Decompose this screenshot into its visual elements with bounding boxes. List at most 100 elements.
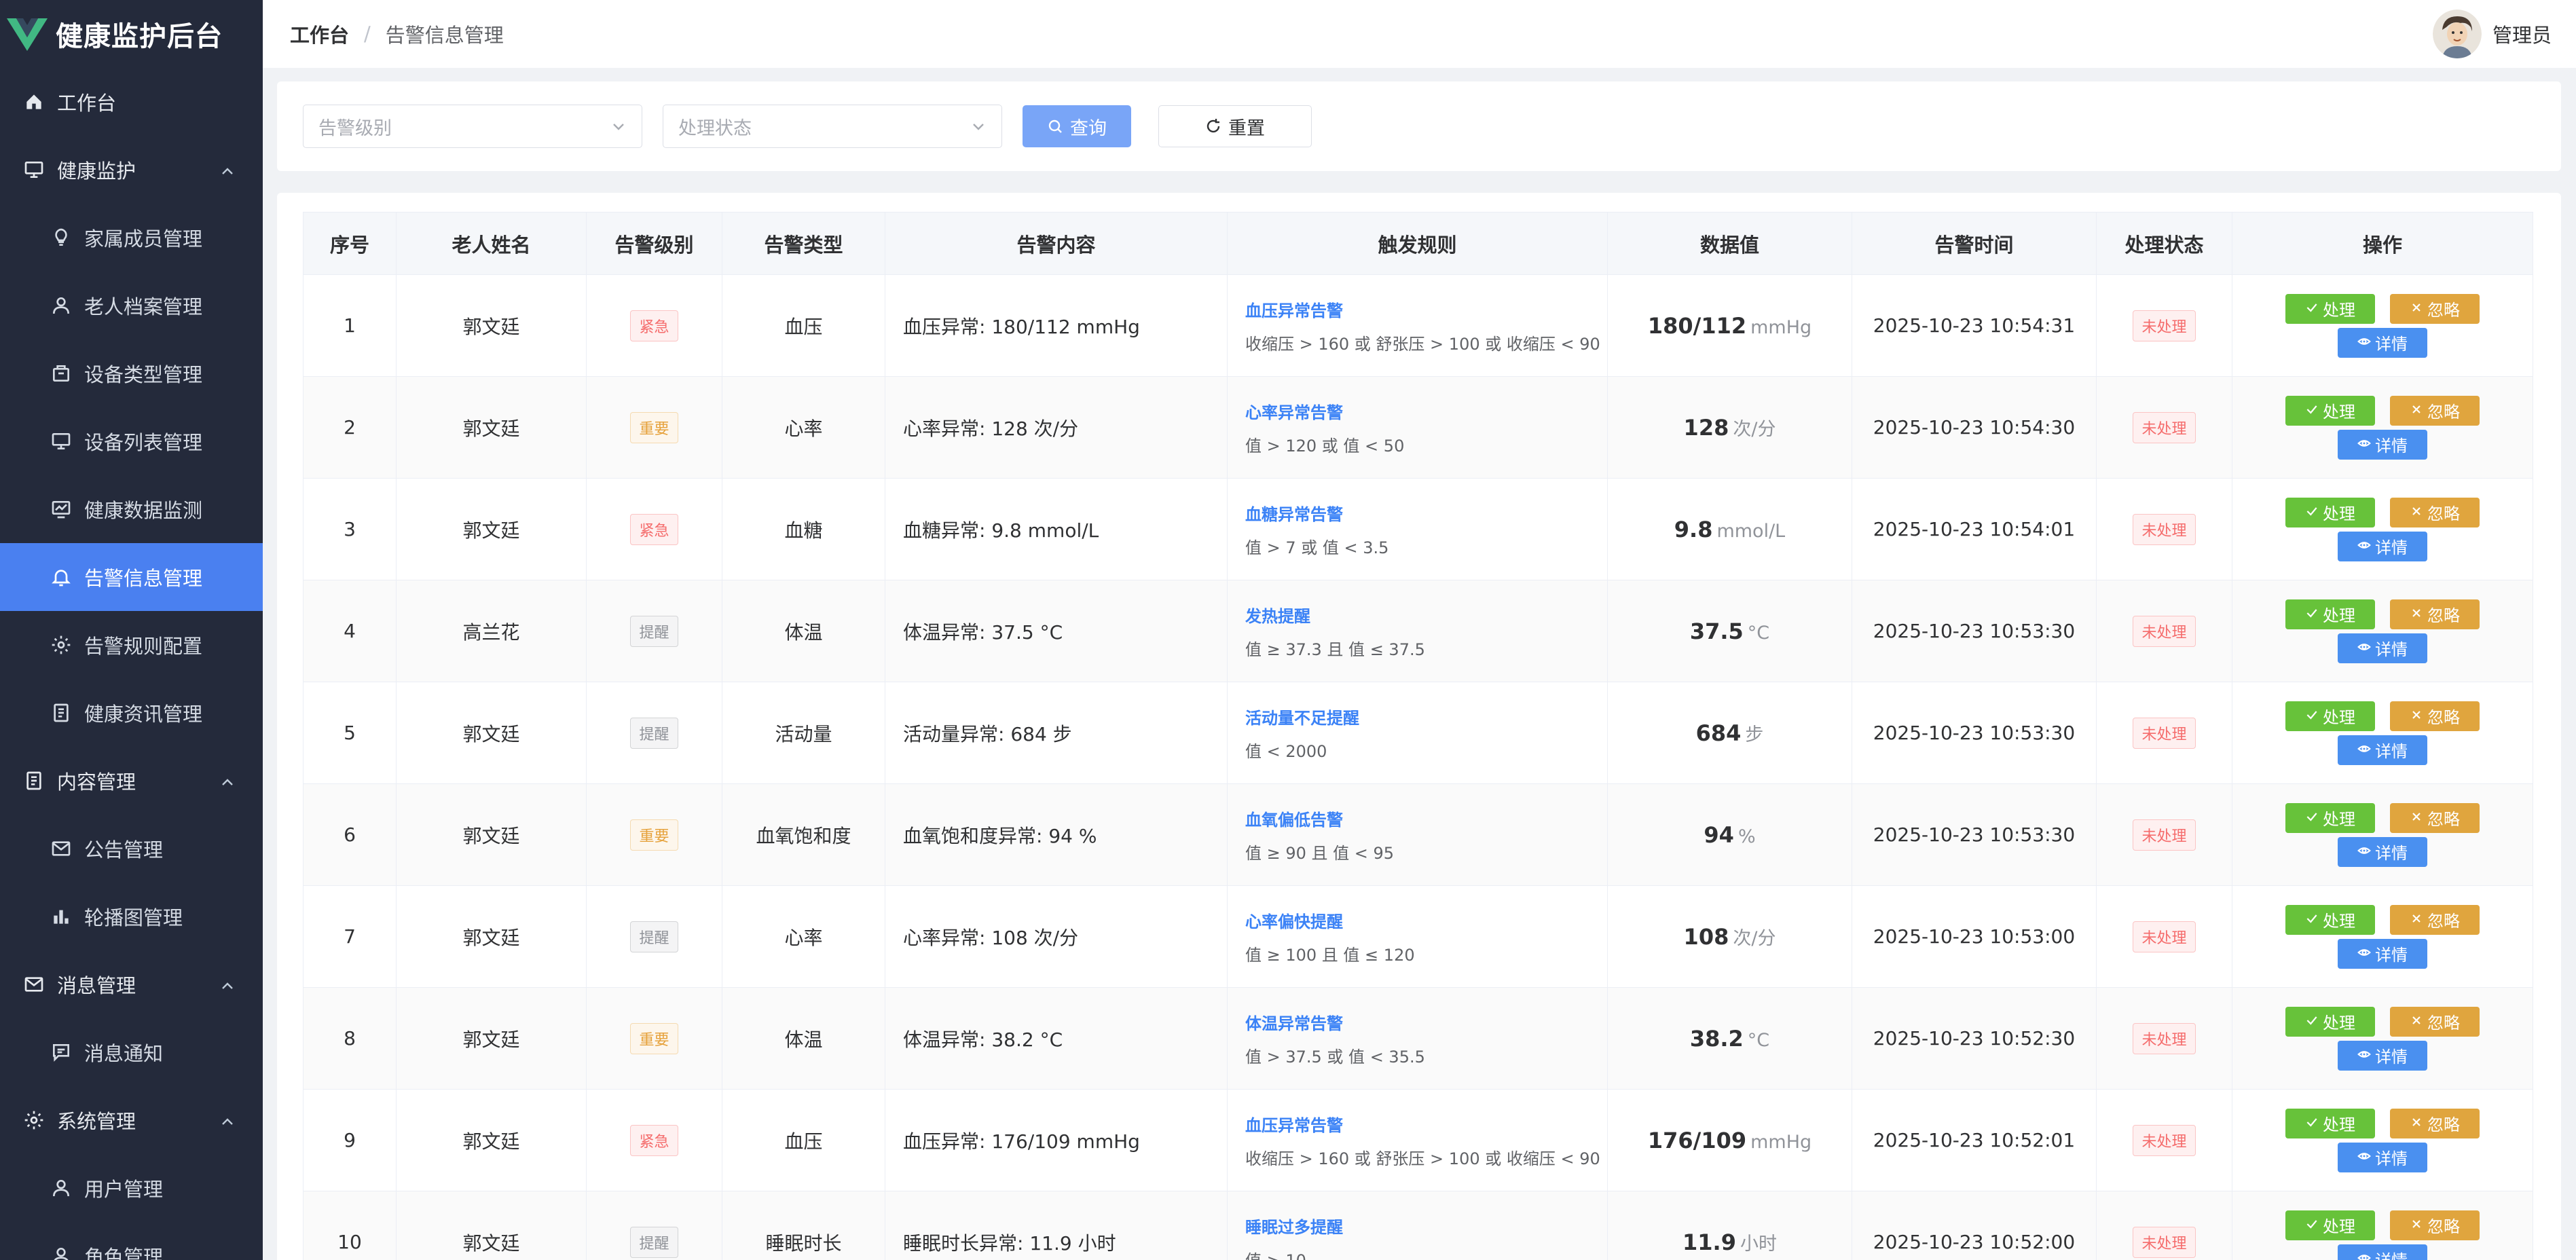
detail-button[interactable]: 详情 [2338,1244,2427,1260]
sidebar-item-7[interactable]: 告警信息管理 [0,543,263,611]
sidebar-item-17[interactable]: 角色管理 [0,1222,263,1260]
sidebar-item-1[interactable]: 健康监护 [0,136,263,204]
ignore-button[interactable]: 忽略 [2390,1006,2480,1037]
sidebar-item-11[interactable]: 公告管理 [0,815,263,883]
cell-index: 6 [303,783,397,886]
cell-rule: 体温异常告警值 > 37.5 或 值 < 35.5 [1227,987,1608,1090]
logo[interactable]: 健康监护后台 [0,0,263,68]
ignore-button[interactable]: 忽略 [2390,497,2480,527]
close-icon [2410,809,2427,828]
ignore-button[interactable]: 忽略 [2390,904,2480,935]
table-row: 1 郭文廷 紧急 血压 血压异常: 180/112 mmHg 血压异常告警 收缩压 > 16… [303,274,2533,377]
detail-button[interactable]: 详情 [2338,1142,2427,1172]
handle-button[interactable]: 处理 [2285,701,2375,731]
check-icon [2305,503,2323,522]
sidebar-item-10[interactable]: 内容管理 [0,747,263,815]
sidebar-item-12[interactable]: 轮播图管理 [0,883,263,950]
cell-actions: 处理 忽略详情 [2232,580,2533,682]
detail-button[interactable]: 详情 [2338,836,2427,867]
query-label: 查询 [1070,117,1107,139]
detail-button[interactable]: 详情 [2338,531,2427,561]
handle-label: 处理 [2323,403,2355,422]
rule-name-link[interactable]: 睡眠过多提醒 [1245,1214,1607,1238]
rule-name-link[interactable]: 心率偏快提醒 [1245,908,1607,932]
handle-button[interactable]: 处理 [2285,1108,2375,1138]
rule-name-link[interactable]: 活动量不足提醒 [1245,705,1607,728]
ignore-button[interactable]: 忽略 [2390,701,2480,731]
status-tag: 未处理 [2133,615,2196,647]
rule-name-link[interactable]: 血氧偏低告警 [1245,807,1607,830]
alert-level-select[interactable]: 告警级别 [303,105,642,148]
query-button[interactable]: 查询 [1023,105,1131,147]
ignore-button[interactable]: 忽略 [2390,599,2480,629]
avatar[interactable] [2432,10,2482,58]
rule-name-link[interactable]: 血糖异常告警 [1245,501,1607,525]
detail-button[interactable]: 详情 [2338,429,2427,460]
status-tag: 未处理 [2133,921,2196,952]
rule-name-link[interactable]: 血压异常告警 [1245,297,1607,321]
cell-status: 未处理 [2096,1191,2232,1260]
ignore-button[interactable]: 忽略 [2390,293,2480,324]
header: 工作台 / 告警信息管理 管理员 [263,0,2576,68]
handle-button[interactable]: 处理 [2285,497,2375,527]
ignore-button[interactable]: 忽略 [2390,1108,2480,1138]
sidebar-item-6[interactable]: 健康数据监测 [0,475,263,543]
ignore-label: 忽略 [2427,1014,2460,1033]
detail-button[interactable]: 详情 [2338,938,2427,969]
ignore-button[interactable]: 忽略 [2390,802,2480,833]
rule-name-link[interactable]: 体温异常告警 [1245,1010,1607,1034]
sidebar-item-8[interactable]: 告警规则配置 [0,611,263,679]
search-panel: 告警级别 处理状态 查询 重置 [277,81,2561,171]
detail-button[interactable]: 详情 [2338,633,2427,663]
ignore-label: 忽略 [2427,912,2460,931]
ignore-button[interactable]: 忽略 [2390,1210,2480,1240]
handle-button[interactable]: 处理 [2285,1210,2375,1240]
sidebar-item-label: 老人档案管理 [84,295,203,318]
cell-time: 2025-10-23 10:53:00 [1852,885,2097,988]
handle-label: 处理 [2323,810,2355,829]
cell-status: 未处理 [2096,1089,2232,1191]
sidebar-item-label: 公告管理 [84,838,164,861]
handle-button[interactable]: 处理 [2285,599,2375,629]
detail-button[interactable]: 详情 [2338,327,2427,358]
handle-button[interactable]: 处理 [2285,802,2375,833]
sidebar-item-0[interactable]: 工作台 [0,68,263,136]
table-header: 序号 老人姓名 告警级别 告警类型 告警内容 触发规则 数据值 告警时间 处理状态 操作 [303,212,2533,275]
status-select[interactable]: 处理状态 [663,105,1002,148]
bell-icon [49,565,73,589]
handle-button[interactable]: 处理 [2285,1006,2375,1037]
cell-time: 2025-10-23 10:52:00 [1852,1191,2097,1260]
sidebar-item-label: 消息通知 [84,1042,164,1065]
table-row: 6 郭文廷 重要 血氧饱和度 血氧饱和度异常: 94 % 血氧偏低告警值 ≥ 90 且 值… [303,783,2533,886]
cell-level: 紧急 [586,478,722,580]
sidebar-item-9[interactable]: 健康资讯管理 [0,679,263,747]
check-icon [2305,1012,2323,1031]
breadcrumb-home[interactable]: 工作台 [290,20,349,48]
ignore-button[interactable]: 忽略 [2390,395,2480,426]
sidebar-item-15[interactable]: 系统管理 [0,1086,263,1154]
sidebar-item-3[interactable]: 老人档案管理 [0,272,263,339]
sidebar-item-2[interactable]: 家属成员管理 [0,204,263,272]
sidebar-item-16[interactable]: 用户管理 [0,1154,263,1222]
detail-label: 详情 [2375,1247,2408,1260]
bar-chart-icon [49,904,73,929]
user-menu[interactable]: 管理员 [2432,10,2552,58]
cell-value: 176/109 mmHg [1607,1089,1852,1191]
cell-level: 重要 [586,987,722,1090]
handle-button[interactable]: 处理 [2285,293,2375,324]
detail-button[interactable]: 详情 [2338,735,2427,765]
sidebar-item-14[interactable]: 消息通知 [0,1018,263,1086]
reset-button[interactable]: 重置 [1158,105,1312,147]
sidebar-item-13[interactable]: 消息管理 [0,950,263,1018]
cell-time: 2025-10-23 10:53:30 [1852,580,2097,682]
rule-name-link[interactable]: 血压异常告警 [1245,1112,1607,1136]
rule-name-link[interactable]: 发热提醒 [1245,603,1607,627]
sidebar-item-5[interactable]: 设备列表管理 [0,407,263,475]
sidebar-item-4[interactable]: 设备类型管理 [0,339,263,407]
user-name[interactable]: 管理员 [2492,20,2552,48]
handle-button[interactable]: 处理 [2285,904,2375,935]
detail-button[interactable]: 详情 [2338,1040,2427,1071]
handle-button[interactable]: 处理 [2285,395,2375,426]
rule-name-link[interactable]: 心率异常告警 [1245,399,1607,423]
user-icon [49,1176,73,1200]
